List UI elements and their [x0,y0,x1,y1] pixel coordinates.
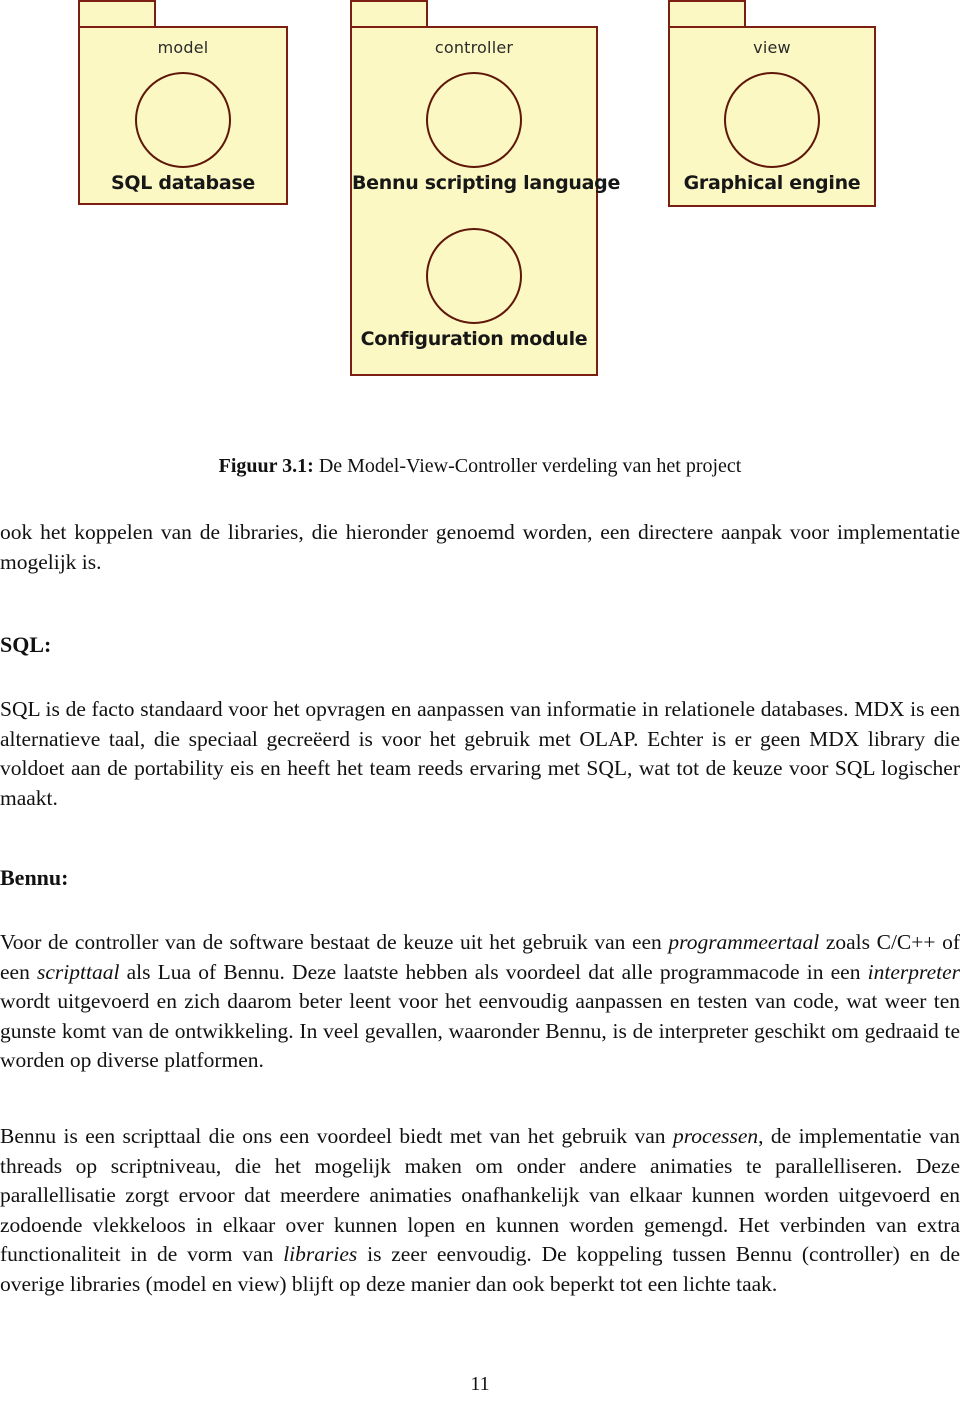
heading-bennu-wrapper: Bennu: [0,865,960,891]
circle-component-icon [426,72,522,168]
paragraph-bennu-1: Voor de controller van de software besta… [0,928,960,1076]
uml-package-diagram: model SQL database controller Bennu scri… [0,0,960,440]
component-label: Graphical engine [683,172,861,194]
package-body-model: model SQL database [78,26,288,205]
paragraph-bennu-1-wrapper: Voor de controller van de software besta… [0,928,960,1076]
heading-bennu: Bennu: [0,865,69,890]
component-sql-database: SQL database [80,72,286,194]
heading-sql-wrapper: SQL: [0,632,960,658]
figure-caption-label: Figuur 3.1: [218,455,314,477]
paragraph-intro-wrapper: ook het koppelen van de libraries, die h… [0,518,960,577]
package-body-controller: controller Bennu scripting language Conf… [350,26,621,376]
package-tab-view [668,0,746,28]
circle-component-icon [724,72,820,168]
text-run: Voor de controller van de software besta… [0,930,669,954]
component-configuration-module: Configuration module [352,228,596,350]
component-bennu-scripting-language: Bennu scripting language [352,72,621,194]
package-model: model SQL database [78,0,288,205]
paragraph-sql-wrapper: SQL is de facto standaard voor het opvra… [0,695,960,813]
package-label-model: model [157,38,209,57]
component-label: SQL database [111,172,255,194]
paragraph-intro: ook het koppelen van de libraries, die h… [0,520,960,574]
package-controller: controller Bennu scripting language Conf… [350,0,621,376]
circle-component-icon [426,228,522,324]
paragraph-bennu-2: Bennu is een scripttaal die ons een voor… [0,1122,960,1300]
component-graphical-engine: Graphical engine [670,72,874,194]
emphasis-scripttaal: scripttaal [37,959,120,984]
package-label-view: view [753,38,791,57]
package-view: view Graphical engine [668,0,876,207]
page-number: 11 [470,1373,490,1395]
component-label: Bennu scripting language [352,172,621,194]
text-run: wordt uitgevoerd en zich daarom beter le… [0,989,960,1073]
emphasis-libraries: libraries [283,1242,358,1267]
paragraph-bennu-2-wrapper: Bennu is een scripttaal die ons een voor… [0,1122,960,1300]
circle-component-icon [135,72,231,168]
component-label: Configuration module [360,328,588,350]
figure-caption-text: De Model-View-Controller verdeling van h… [318,455,742,477]
emphasis-interpreter: interpreter [867,959,960,984]
emphasis-processen: processen [672,1124,759,1148]
text-run: als Lua of Bennu. Deze laatste hebben al… [119,959,868,984]
package-tab-model [78,0,156,28]
package-label-controller: controller [434,38,514,57]
emphasis-programmeertaal: programmeertaal [668,930,820,954]
package-tab-controller [350,0,428,28]
heading-sql: SQL: [0,632,52,657]
paragraph-sql: SQL is de facto standaard voor het opvra… [0,697,960,810]
figure-caption: Figuur 3.1: De Model-View-Controller ver… [0,455,960,478]
text-run: Bennu is een scripttaal die ons een voor… [0,1124,673,1148]
package-body-view: view Graphical engine [668,26,876,207]
